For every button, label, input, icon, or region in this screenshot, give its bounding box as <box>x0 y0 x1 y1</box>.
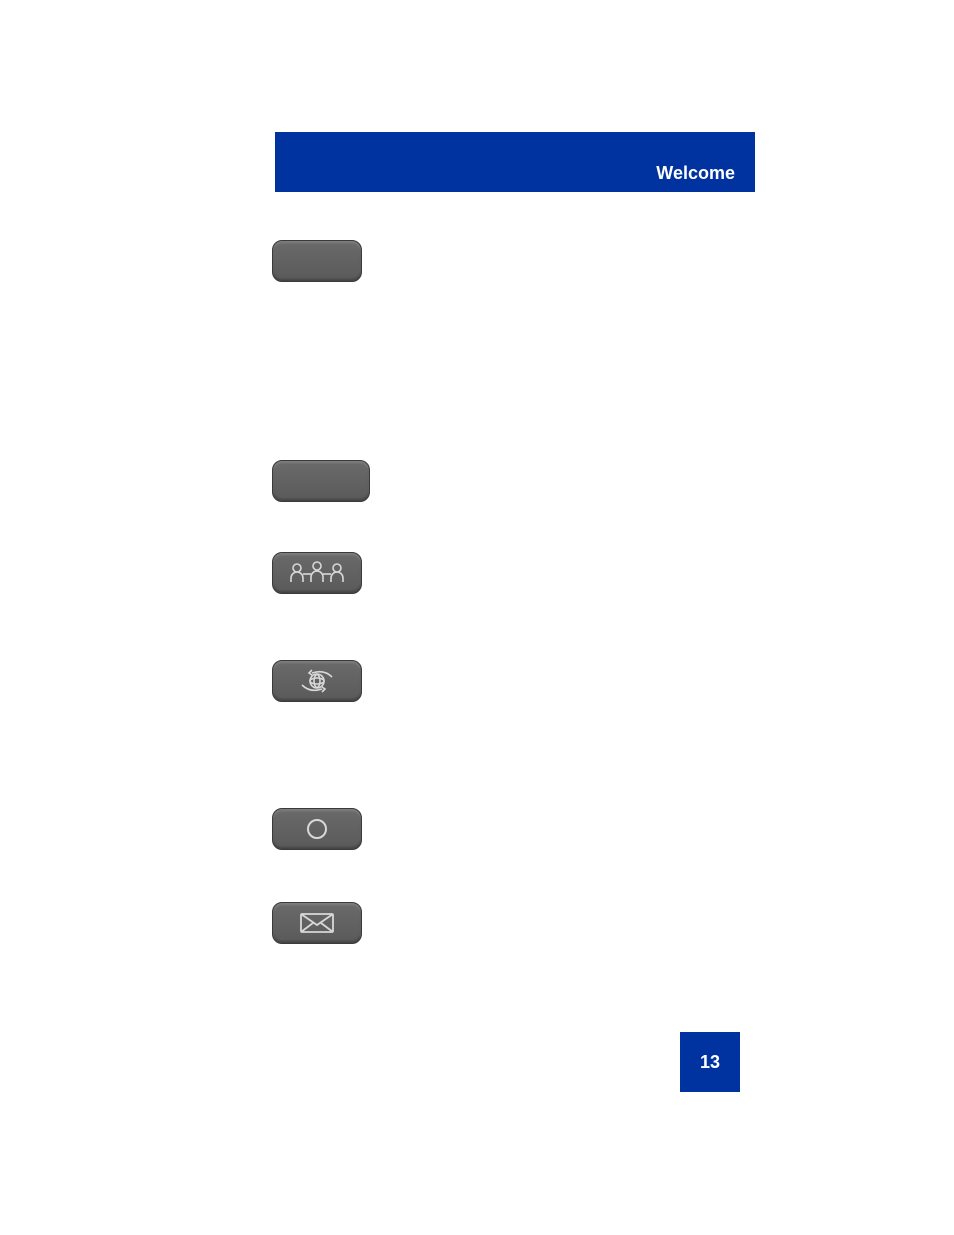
blank-key-1 <box>272 240 362 282</box>
circle-key <box>272 808 362 850</box>
internet-key <box>272 660 362 702</box>
header-title: Welcome <box>656 163 735 184</box>
circle-icon <box>303 815 331 843</box>
conference-icon <box>283 560 351 586</box>
conference-key <box>272 552 362 594</box>
mail-key <box>272 902 362 944</box>
envelope-icon <box>299 911 335 935</box>
page-number: 13 <box>700 1052 720 1073</box>
header-bar: Welcome <box>275 132 755 192</box>
globe-arrows-icon <box>292 667 342 695</box>
blank-key-2 <box>272 460 370 502</box>
page-number-box: 13 <box>680 1032 740 1092</box>
document-page: Welcome <box>0 0 954 1235</box>
